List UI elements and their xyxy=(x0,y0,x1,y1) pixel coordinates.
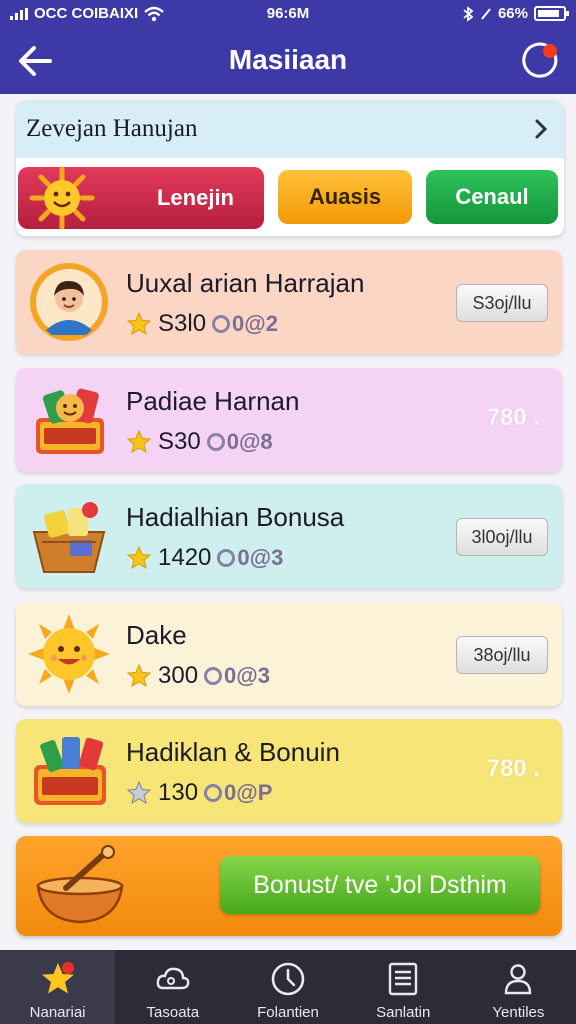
avatar-icon xyxy=(30,263,108,341)
item-coins-value: 0@P xyxy=(224,780,273,805)
nav-label: Tasoata xyxy=(146,1004,200,1021)
list-item[interactable]: Hadiklan & Bonuin 130 0@P 780 . xyxy=(16,719,562,823)
item-meta: 1420 0@3 xyxy=(126,544,283,572)
nav-item-sanlatin[interactable]: Sanlatin xyxy=(346,950,461,1024)
bonus-banner: Bonust/ tve 'Jol Dsthim xyxy=(16,836,562,936)
item-meta: S30 0@8 xyxy=(126,428,273,456)
nav-label: Nanariai xyxy=(29,1004,86,1021)
tab-label: Lenejin xyxy=(156,185,234,210)
sun-icon xyxy=(29,166,95,230)
basket-icon xyxy=(32,502,106,573)
star-icon xyxy=(126,311,152,336)
cloud-icon xyxy=(156,967,190,990)
page-title: Masiiaan xyxy=(228,44,348,75)
item-title: Hadiklan & Bonuin xyxy=(126,737,340,767)
item-coins-value: 0@8 xyxy=(226,429,273,454)
battery-icon xyxy=(534,6,569,21)
item-points: 300 xyxy=(158,662,199,689)
item-points: S3l0 xyxy=(158,310,207,337)
coin-icon xyxy=(217,549,236,567)
nav-label: Folantien xyxy=(257,1004,319,1021)
item-title: Hadialhian Bonusa xyxy=(126,502,345,532)
coin-icon xyxy=(206,433,225,451)
nav-item-tasoata[interactable]: Tasoata xyxy=(115,950,230,1024)
item-coins-value: 0@3 xyxy=(237,545,284,570)
bowl-icon xyxy=(36,845,124,924)
tab-lenejin[interactable]: Lenejin xyxy=(18,166,264,230)
clock-icon xyxy=(271,962,305,996)
bluetooth-icon xyxy=(463,5,474,22)
tab-label: Cenaul xyxy=(455,184,529,209)
item-title: Padiae Harnan xyxy=(126,386,300,416)
item-meta: S3l0 0@2 xyxy=(126,310,278,338)
item-action-button[interactable]: 780 . xyxy=(487,404,540,432)
item-coins-value: 0@3 xyxy=(224,663,270,688)
gift-box-icon xyxy=(36,388,104,454)
nav-label: Sanlatin xyxy=(376,1004,431,1021)
item-title: Dake xyxy=(126,620,187,650)
star-icon xyxy=(126,780,152,805)
record-dot-icon xyxy=(522,42,558,78)
sun-icon xyxy=(28,614,110,694)
item-coins: 0@8 xyxy=(206,429,273,455)
item-coins-value: 0@2 xyxy=(232,311,278,336)
item-coins: 0@3 xyxy=(204,663,270,689)
item-title: Uuxal arian Harrajan xyxy=(126,268,365,298)
status-right: 66% xyxy=(462,5,569,22)
list-item[interactable]: Uuxal arian Harrajan S3l0 0@2 S3oj/llu xyxy=(16,250,562,354)
star-icon xyxy=(126,545,152,570)
item-points: S30 xyxy=(158,428,201,455)
star-icon xyxy=(126,663,152,688)
bottom-nav: Nanariai Tasoata Folantien Sanlatin Yent… xyxy=(0,950,576,1024)
record-button[interactable] xyxy=(518,39,562,83)
rotation-lock-icon xyxy=(481,7,491,20)
item-action-button[interactable]: 38oj/llu xyxy=(456,636,548,674)
coin-icon xyxy=(204,667,223,685)
item-coins: 0@P xyxy=(204,780,272,806)
app-header: Masiiaan xyxy=(0,28,576,94)
star-icon xyxy=(126,429,152,454)
nav-item-yentiles[interactable]: Yentiles xyxy=(461,950,576,1024)
list-item[interactable]: Dake 300 0@3 38oj/llu xyxy=(16,602,562,706)
notification-badge xyxy=(62,962,74,974)
bonus-button[interactable]: Bonust/ tve 'Jol Dsthim xyxy=(220,856,540,914)
item-meta: 130 0@P xyxy=(126,779,272,807)
item-points: 130 xyxy=(158,779,199,806)
coin-icon xyxy=(212,315,231,333)
list-item[interactable]: Padiae Harnan S30 0@8 780 . xyxy=(16,368,562,472)
tab-cenaul[interactable]: Cenaul xyxy=(426,170,558,224)
status-bar: OCC COIBAIXI 96:6M 66% xyxy=(0,0,576,28)
item-action-button[interactable]: 3l0oj/llu xyxy=(456,518,548,556)
battery-percent: 66% xyxy=(497,5,528,22)
item-action-button[interactable]: 780 . xyxy=(487,755,540,783)
list-icon xyxy=(389,962,418,996)
coin-icon xyxy=(204,784,223,802)
tab-label: Auasis xyxy=(308,184,382,209)
nav-item-folantien[interactable]: Folantien xyxy=(230,950,345,1024)
tab-auasis[interactable]: Auasis xyxy=(278,170,412,224)
nav-item-nanariai[interactable]: Nanariai xyxy=(0,950,116,1024)
category-card: Zevejan Hanujan Lenejin Auasis Cenaul xyxy=(16,100,564,236)
category-header[interactable]: Zevejan Hanujan xyxy=(16,100,564,158)
person-icon xyxy=(505,964,532,995)
chevron-right-icon xyxy=(535,119,548,139)
category-title: Zevejan Hanujan xyxy=(26,115,198,142)
item-meta: 300 0@3 xyxy=(126,662,270,690)
item-coins: 0@3 xyxy=(217,545,283,571)
item-action-button[interactable]: S3oj/llu xyxy=(456,284,548,322)
nav-label: Yentiles xyxy=(492,1004,545,1021)
item-points: 1420 xyxy=(158,544,212,571)
list-item[interactable]: Hadialhian Bonusa 1420 0@3 3l0oj/llu xyxy=(16,484,562,588)
bonus-box-icon xyxy=(34,737,106,805)
item-coins: 0@2 xyxy=(212,311,278,337)
